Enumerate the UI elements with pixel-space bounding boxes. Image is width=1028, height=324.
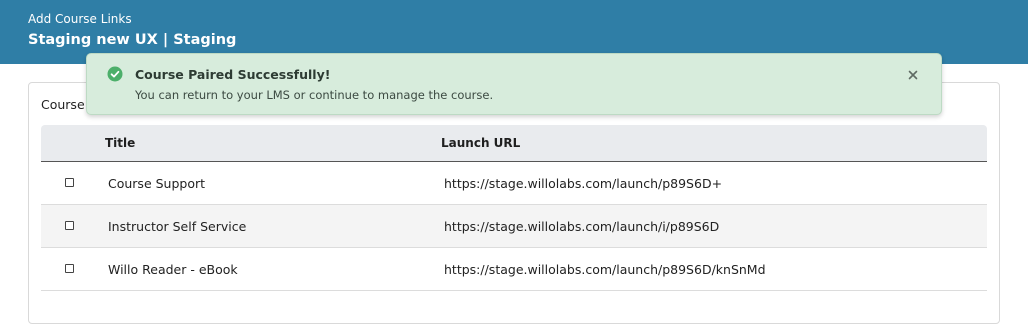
row-launch-url: https://stage.willolabs.com/launch/p89S6…: [444, 262, 766, 277]
toast-title: Course Paired Successfully!: [135, 67, 331, 82]
card-title: Course: [41, 97, 85, 112]
course-links-table: Title Launch URL Course Support https://…: [41, 125, 987, 291]
table-header: Title Launch URL: [41, 125, 987, 162]
row-launch-url: https://stage.willolabs.com/launch/i/p89…: [444, 219, 720, 234]
header-subtitle: Add Course Links: [28, 12, 132, 26]
column-header-title: Title: [105, 136, 136, 150]
course-links-card: Course Title Launch URL Course Support h…: [28, 82, 1000, 324]
row-checkbox[interactable]: [65, 264, 74, 273]
page-title: Staging new UX | Staging: [28, 32, 237, 48]
success-toast: Course Paired Successfully! You can retu…: [86, 53, 942, 115]
toast-message: You can return to your LMS or continue t…: [135, 88, 494, 102]
row-title: Instructor Self Service: [108, 219, 247, 234]
row-launch-url: https://stage.willolabs.com/launch/p89S6…: [444, 176, 723, 191]
row-title: Course Support: [108, 176, 206, 191]
check-circle-icon: [107, 66, 123, 82]
column-header-launch-url: Launch URL: [441, 136, 521, 150]
row-checkbox[interactable]: [65, 221, 74, 230]
table-row[interactable]: Course Support https://stage.willolabs.c…: [41, 162, 987, 205]
close-icon[interactable]: [906, 68, 920, 82]
row-title: Willo Reader - eBook: [108, 262, 238, 277]
row-checkbox[interactable]: [65, 178, 74, 187]
table-row[interactable]: Willo Reader - eBook https://stage.willo…: [41, 248, 987, 291]
table-row[interactable]: Instructor Self Service https://stage.wi…: [41, 205, 987, 248]
